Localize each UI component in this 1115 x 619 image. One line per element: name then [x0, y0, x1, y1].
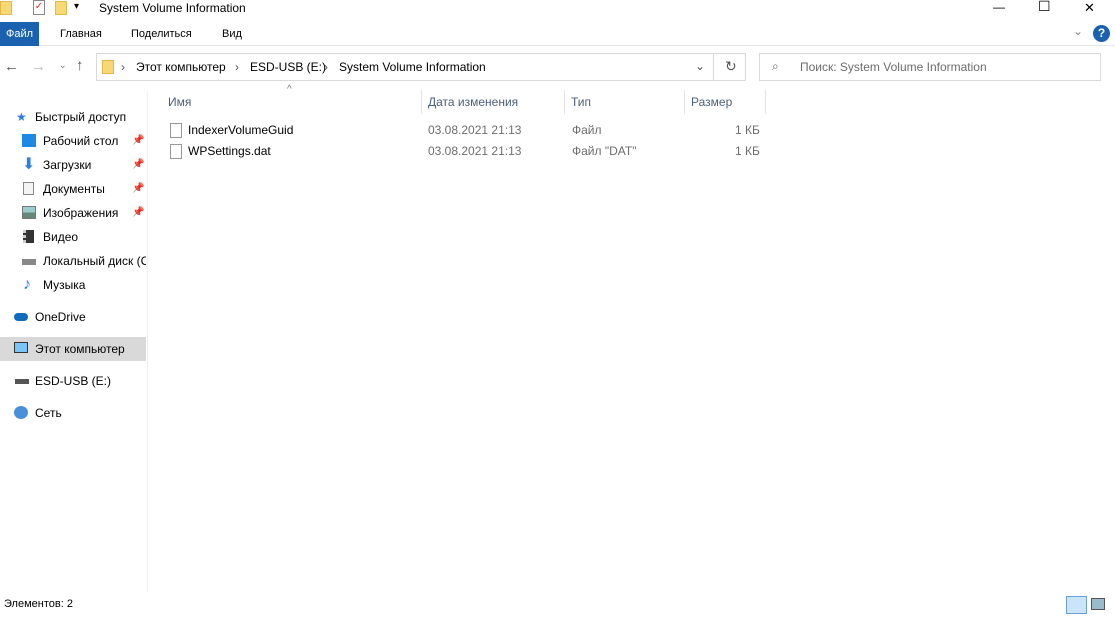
address-bar[interactable]: › Этот компьютер › ESD-USB (E:) › System…	[96, 53, 746, 81]
breadcrumb-this-pc[interactable]: Этот компьютер	[136, 60, 226, 74]
column-header-type[interactable]: Тип	[565, 90, 685, 114]
file-icon	[170, 144, 182, 159]
ribbon: Файл Главная Поделиться Вид ⌄ ?	[0, 22, 1115, 46]
nav-pictures[interactable]: Изображения 📌	[0, 201, 146, 225]
details-view-button[interactable]	[1066, 596, 1087, 614]
music-icon: ♪	[23, 276, 31, 293]
drive-icon	[22, 259, 36, 265]
file-row[interactable]: IndexerVolumeGuid 03.08.2021 21:13 Файл …	[160, 120, 780, 141]
new-folder-icon[interactable]	[55, 1, 67, 15]
nav-onedrive[interactable]: OneDrive	[0, 305, 146, 329]
navigation-pane: ★ Быстрый доступ Рабочий стол 📌 ⬇ Загрузки 📌…	[0, 92, 148, 592]
desktop-icon	[22, 134, 36, 147]
nav-downloads[interactable]: ⬇ Загрузки 📌	[0, 153, 146, 177]
video-icon	[23, 230, 34, 243]
customize-toolbar-icon[interactable]: ▾	[74, 1, 79, 12]
tab-file[interactable]: Файл	[0, 22, 40, 46]
nav-music[interactable]: ♪ Музыка	[0, 273, 146, 297]
help-icon[interactable]: ?	[1093, 25, 1110, 42]
search-icon: ⌕	[772, 59, 779, 73]
expand-ribbon-icon[interactable]: ⌄	[1073, 24, 1083, 38]
file-size: 1 КБ	[735, 144, 760, 158]
nav-quick-access[interactable]: ★ Быстрый доступ	[0, 105, 146, 129]
nav-usb[interactable]: ESD-USB (E:)	[0, 369, 146, 393]
folder-icon	[102, 60, 114, 74]
status-item-count: Элементов: 2	[4, 598, 73, 610]
maximize-button[interactable]: ☐	[1038, 0, 1051, 15]
download-icon: ⬇	[22, 156, 36, 173]
file-name: IndexerVolumeGuid	[188, 123, 294, 137]
breadcrumb-svi[interactable]: System Volume Information	[339, 60, 486, 74]
nav-this-pc[interactable]: Этот компьютер	[0, 337, 146, 361]
column-header-name[interactable]: Имя	[162, 90, 422, 114]
search-box[interactable]: ⌕ Поиск: System Volume Information	[759, 53, 1101, 81]
file-date: 03.08.2021 21:13	[428, 123, 522, 137]
column-header-size[interactable]: Размер	[685, 90, 766, 114]
folder-icon	[0, 1, 12, 15]
window-title: System Volume Information	[99, 1, 246, 15]
file-row[interactable]: WPSettings.dat 03.08.2021 21:13 Файл "DA…	[160, 141, 780, 162]
large-icons-view-button[interactable]	[1091, 598, 1105, 610]
refresh-button[interactable]: ↻	[725, 58, 737, 75]
tab-home[interactable]: Главная	[46, 22, 116, 46]
properties-icon[interactable]: ✓	[33, 0, 45, 15]
column-header-date[interactable]: Дата изменения	[422, 90, 565, 114]
computer-icon	[14, 342, 28, 353]
nav-videos[interactable]: Видео	[0, 225, 146, 249]
document-icon	[23, 182, 34, 195]
recent-locations-button[interactable]: ⌄	[59, 60, 67, 71]
tab-share[interactable]: Поделиться	[117, 22, 206, 46]
tab-view[interactable]: Вид	[208, 22, 256, 46]
address-dropdown-icon[interactable]: ⌄	[695, 59, 705, 73]
file-icon	[170, 123, 182, 138]
nav-local-disk[interactable]: Локальный диск (C:)	[0, 249, 146, 273]
file-size: 1 КБ	[735, 123, 760, 137]
title-bar: ✓ ▾ System Volume Information — ☐ ✕	[0, 0, 1115, 18]
network-icon	[14, 406, 28, 419]
nav-documents[interactable]: Документы 📌	[0, 177, 146, 201]
file-date: 03.08.2021 21:13	[428, 144, 522, 158]
up-button[interactable]: ↑	[76, 57, 84, 74]
file-type: Файл	[572, 123, 602, 137]
nav-desktop[interactable]: Рабочий стол 📌	[0, 129, 146, 153]
search-input[interactable]: Поиск: System Volume Information	[800, 60, 987, 74]
minimize-button[interactable]: —	[993, 0, 1005, 14]
forward-button[interactable]: →	[31, 58, 46, 75]
nav-network[interactable]: Сеть	[0, 401, 146, 425]
usb-drive-icon	[15, 379, 29, 384]
file-type: Файл "DAT"	[572, 144, 637, 158]
breadcrumb-usb[interactable]: ESD-USB (E:)	[250, 60, 326, 74]
file-name: WPSettings.dat	[188, 144, 271, 158]
cloud-icon	[14, 313, 28, 321]
close-button[interactable]: ✕	[1084, 0, 1095, 16]
pictures-icon	[22, 206, 36, 219]
pin-icon: 📌	[132, 135, 145, 146]
back-button[interactable]: ←	[4, 58, 19, 75]
